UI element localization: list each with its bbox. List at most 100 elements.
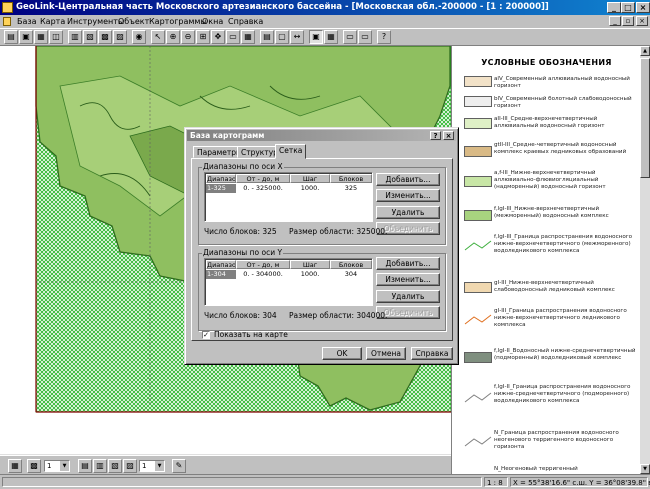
dialog-title: База картограмм xyxy=(190,131,265,140)
menu-karta[interactable]: Карта xyxy=(40,15,65,28)
tab-grid[interactable]: Сетка xyxy=(275,144,307,159)
column-header[interactable]: Шаг xyxy=(290,174,330,183)
zoom-out-icon[interactable]: ⊖ xyxy=(181,30,195,44)
cell-color-icon[interactable]: ▩ xyxy=(27,459,41,473)
x-add-button[interactable]: Добавить... xyxy=(376,173,440,186)
cartogram-color-icon[interactable]: ▨ xyxy=(123,459,137,473)
title-bar[interactable]: GeoLink-Центральная часть Московского ар… xyxy=(0,0,650,15)
menu-instrumenty[interactable]: Инструменты xyxy=(67,15,124,28)
dialog-close-icon[interactable]: × xyxy=(443,131,454,140)
legend-line-swatch xyxy=(464,392,492,403)
x-edit-button[interactable]: Изменить... xyxy=(376,189,440,202)
y-add-button[interactable]: Добавить... xyxy=(376,257,440,270)
tab-panel-grid: Диапазоны по оси X Диапазон От - до, м Ш… xyxy=(191,158,453,341)
export-icon[interactable]: ▨ xyxy=(113,30,127,44)
measure-icon[interactable]: ↔ xyxy=(290,30,304,44)
ok-button[interactable]: OK xyxy=(322,347,362,360)
mdi-minimize-button[interactable]: _ xyxy=(609,16,621,26)
pointer-icon[interactable]: ↖ xyxy=(151,30,165,44)
column-header[interactable]: Шаг xyxy=(290,260,330,269)
layout-icon[interactable]: ▤ xyxy=(260,30,274,44)
maximize-button[interactable]: □ xyxy=(621,2,635,13)
cartogram-add-icon[interactable]: ▤ xyxy=(78,459,92,473)
column-header[interactable]: От - до, м xyxy=(236,174,290,183)
table-view-icon[interactable]: ▥ xyxy=(68,30,82,44)
cartogram-icon[interactable]: ▦ xyxy=(324,30,338,44)
table-cell[interactable]: 1000. xyxy=(290,270,330,279)
menu-baza[interactable]: База xyxy=(17,15,37,28)
legend-line-swatch xyxy=(464,314,492,325)
zoom-in-icon[interactable]: ⊕ xyxy=(166,30,180,44)
show-on-map-label[interactable]: Показать на карте xyxy=(214,330,288,339)
legend-scrollbar[interactable]: ▲ ▼ xyxy=(640,46,650,474)
cartogram-edit-icon[interactable]: ▥ xyxy=(93,459,107,473)
mdi-close-button[interactable]: × xyxy=(636,16,648,26)
app-icon xyxy=(2,2,13,13)
y-ranges-table[interactable]: Диапазон От - до, м Шаг Блоков 1-304 0. … xyxy=(204,258,373,306)
x-ranges-table[interactable]: Диапазон От - до, м Шаг Блоков 1-325 0. … xyxy=(204,172,373,222)
menu-spravka[interactable]: Справка xyxy=(228,15,263,28)
column-header[interactable]: Блоков xyxy=(330,174,372,183)
table-cell[interactable]: 1-304 xyxy=(206,270,236,279)
close-button[interactable]: × xyxy=(636,2,650,13)
palette-icon[interactable]: ✎ xyxy=(172,459,186,473)
scroll-up-icon[interactable]: ▲ xyxy=(640,46,650,56)
print-icon[interactable]: ▦ xyxy=(34,30,48,44)
legend-swatch xyxy=(464,96,492,107)
zoom-window-icon[interactable]: ⊞ xyxy=(196,30,210,44)
legend-swatch xyxy=(464,210,492,221)
grid-toggle-icon[interactable]: ▦ xyxy=(8,459,22,473)
level-combo-2[interactable]: 1 ▼ xyxy=(139,460,165,472)
open-icon[interactable]: ▤ xyxy=(4,30,18,44)
chart-view-icon[interactable]: ▧ xyxy=(83,30,97,44)
cartogram-copy-icon[interactable]: ▧ xyxy=(108,459,122,473)
window-title: GeoLink-Центральная часть Московского ар… xyxy=(16,2,549,12)
save-icon[interactable]: ▣ xyxy=(19,30,33,44)
column-header[interactable]: Диапазон xyxy=(206,174,236,183)
column-header[interactable]: Блоков xyxy=(330,260,372,269)
y-edit-button[interactable]: Изменить... xyxy=(376,273,440,286)
help-button[interactable]: Справка xyxy=(411,347,453,360)
legend-item-label: N_Неогеновый терригенный xyxy=(494,466,578,472)
doc-icon[interactable] xyxy=(3,17,11,26)
layers-icon[interactable]: ◫ xyxy=(49,30,63,44)
pan-icon[interactable]: ✥ xyxy=(211,30,225,44)
mdi-restore-button[interactable]: ▫ xyxy=(622,16,634,26)
table-cell[interactable]: 304 xyxy=(330,270,372,279)
cancel-button[interactable]: Отмена xyxy=(366,347,406,360)
x-delete-button[interactable]: Удалить xyxy=(376,206,440,219)
info-icon[interactable]: ◉ xyxy=(132,30,146,44)
scroll-thumb[interactable] xyxy=(640,58,650,178)
dialog-title-bar[interactable]: База картограмм ? × xyxy=(187,130,456,141)
table-cell[interactable]: 0. - 304000. xyxy=(236,270,290,279)
disabled-tool2-icon[interactable]: ▭ xyxy=(358,30,372,44)
menu-obekt[interactable]: Объект xyxy=(118,15,149,28)
menu-okna[interactable]: Окна xyxy=(202,15,223,28)
minimize-button[interactable]: _ xyxy=(607,2,621,13)
column-header[interactable]: От - до, м xyxy=(236,260,290,269)
frame-icon[interactable]: ▢ xyxy=(275,30,289,44)
scroll-down-icon[interactable]: ▼ xyxy=(640,464,650,474)
dialog-help-icon[interactable]: ? xyxy=(430,131,441,140)
menu-kartogrammy[interactable]: Картограммы xyxy=(149,15,207,28)
show-on-map-checkbox[interactable]: ✓ xyxy=(202,331,210,339)
level-combo-1-value: 1 xyxy=(47,462,52,470)
table-cell[interactable]: 1000. xyxy=(290,184,330,193)
table-cell[interactable]: 0. - 325000. xyxy=(236,184,290,193)
column-header[interactable]: Диапазон xyxy=(206,260,236,269)
grid-table-icon[interactable]: ▦ xyxy=(241,30,255,44)
legend-panel: УСЛОВНЫЕ ОБОЗНАЧЕНИЯ alV_Современный алл… xyxy=(451,46,641,474)
chevron-down-icon[interactable]: ▼ xyxy=(154,461,164,471)
table-cell[interactable]: 1-325 xyxy=(206,184,236,193)
chevron-down-icon[interactable]: ▼ xyxy=(59,461,69,471)
table-cell[interactable]: 325 xyxy=(330,184,372,193)
disabled-tool-icon[interactable]: ▭ xyxy=(343,30,357,44)
legend-item-label: aII-III_Средне-верхнечетвертичный аллюви… xyxy=(494,116,605,129)
y-delete-button[interactable]: Удалить xyxy=(376,290,440,303)
level-combo-1[interactable]: 1 ▼ xyxy=(44,460,70,472)
x-ranges-label: Диапазоны по оси X xyxy=(202,162,284,171)
map-view-icon[interactable]: ▩ xyxy=(98,30,112,44)
help-icon[interactable]: ? xyxy=(377,30,391,44)
ruler-icon[interactable]: ▭ xyxy=(226,30,240,44)
legend-toggle-icon[interactable]: ▣ xyxy=(309,30,323,44)
